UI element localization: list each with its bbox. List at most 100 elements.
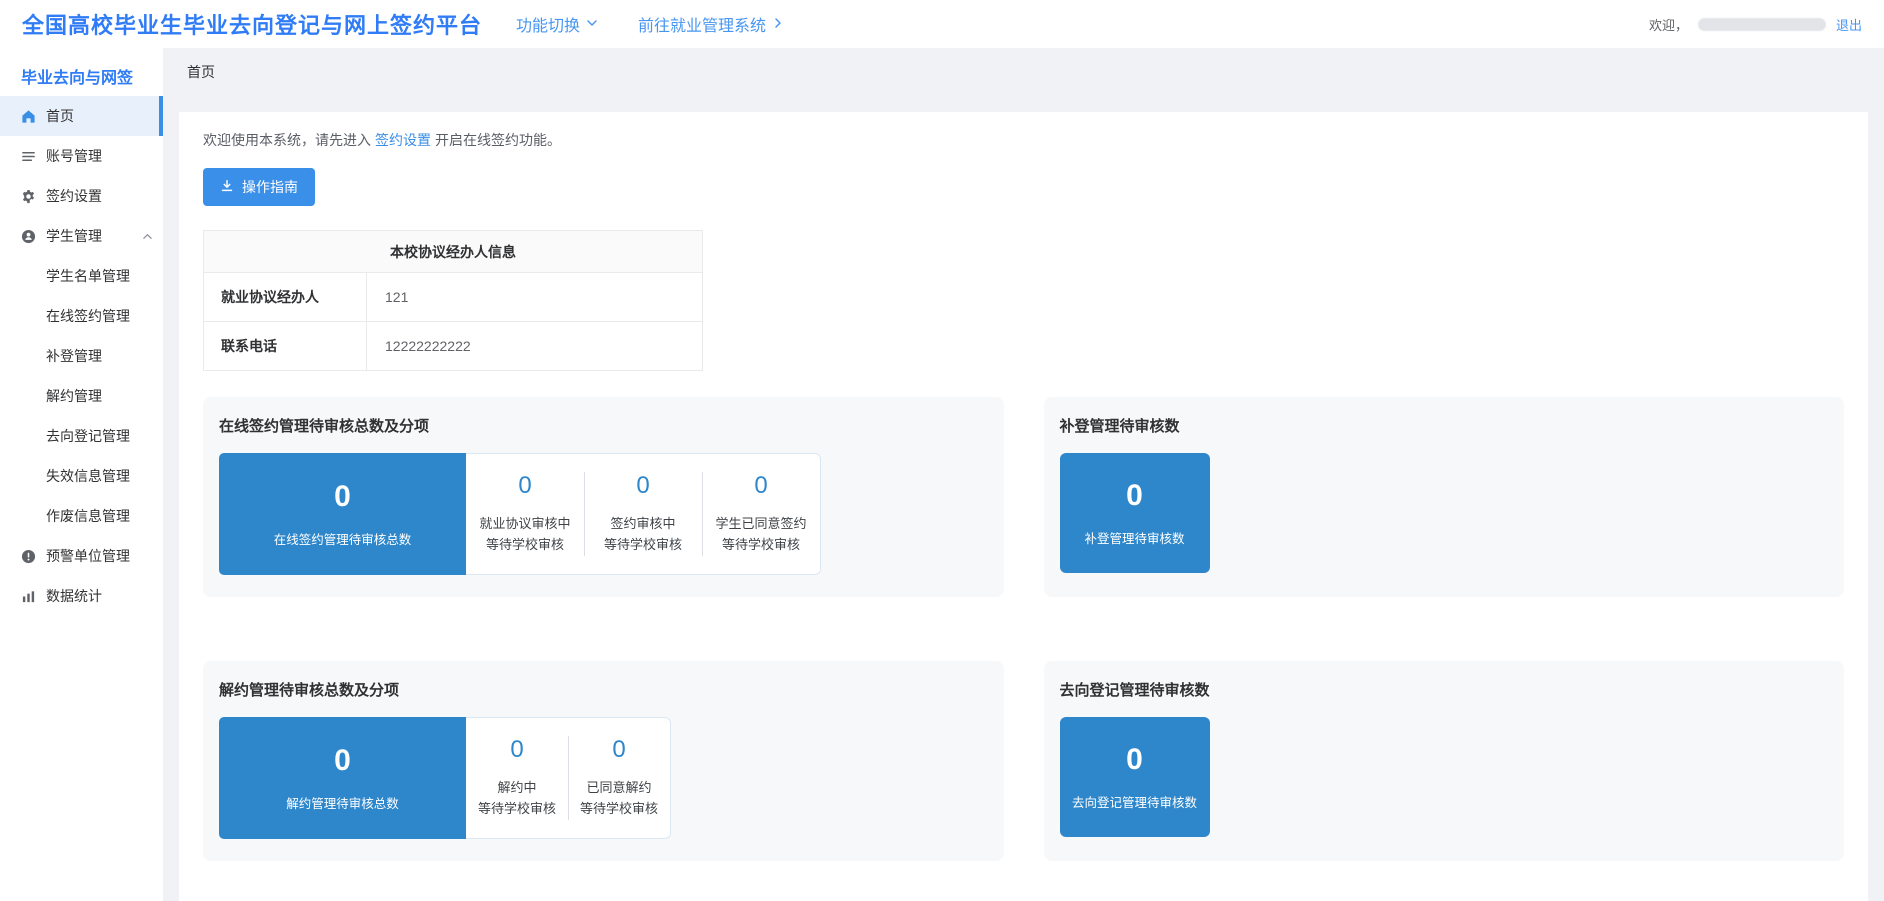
stat-cell-agreement-reviewing[interactable]: 0 就业协议审核中 等待学校审核 bbox=[466, 454, 584, 574]
redacted-username bbox=[1698, 18, 1826, 31]
tab-bar: 首页 bbox=[163, 48, 1884, 96]
card-termination-pending: 解约管理待审核总数及分项 0 解约管理待审核总数 0 解约中 等待学校审核 0 bbox=[203, 661, 1004, 861]
sidebar-item-label: 账号管理 bbox=[46, 146, 102, 166]
stats-icon bbox=[20, 588, 36, 604]
main-area: 首页 欢迎使用本系统，请先进入签约设置开启在线签约功能。 操作指南 本校协议经办… bbox=[163, 48, 1884, 901]
stat-label: 在线签约管理待审核总数 bbox=[274, 529, 412, 548]
list-icon bbox=[20, 148, 36, 164]
card-destination-pending: 去向登记管理待审核数 0 去向登记管理待审核数 bbox=[1044, 661, 1845, 861]
platform-title: 全国高校毕业生毕业去向登记与网上签约平台 bbox=[22, 8, 482, 40]
stat-sublabel: 等待学校审核 bbox=[580, 798, 658, 819]
agent-info-table: 本校协议经办人信息 就业协议经办人 121 联系电话 12222222222 bbox=[203, 230, 703, 371]
sidebar-item-label: 数据统计 bbox=[46, 586, 102, 606]
agent-name-value: 121 bbox=[367, 273, 703, 322]
sidebar-subitem-voided-info[interactable]: 作废信息管理 bbox=[0, 496, 163, 536]
sidebar-item-label: 学生管理 bbox=[46, 226, 102, 246]
card-title: 解约管理待审核总数及分项 bbox=[219, 679, 988, 700]
termination-panel: 0 解约管理待审核总数 0 解约中 等待学校审核 0 已同意解约 等待学校审核 bbox=[219, 717, 671, 839]
sidebar-subitem-invalid-info[interactable]: 失效信息管理 bbox=[0, 456, 163, 496]
card-title: 补登管理待审核数 bbox=[1060, 415, 1829, 436]
sidebar-item-label: 签约设置 bbox=[46, 186, 102, 206]
stat-value: 0 bbox=[612, 737, 625, 763]
header-user-area: 欢迎， 退出 bbox=[1649, 15, 1862, 34]
contact-phone-label: 联系电话 bbox=[204, 322, 367, 371]
goto-employment-system-label: 前往就业管理系统 bbox=[638, 12, 766, 36]
sidebar-item-home[interactable]: 首页 bbox=[0, 96, 163, 136]
welcome-message: 欢迎使用本系统，请先进入签约设置开启在线签约功能。 bbox=[203, 130, 1844, 150]
sidebar-item-signing-settings[interactable]: 签约设置 bbox=[0, 176, 163, 216]
stat-sublabel: 等待学校审核 bbox=[478, 798, 556, 819]
stat-value: 0 bbox=[334, 481, 351, 513]
sidebar-subitem-online-signing[interactable]: 在线签约管理 bbox=[0, 296, 163, 336]
sidebar-subitem-label: 在线签约管理 bbox=[46, 306, 130, 326]
tab-home[interactable]: 首页 bbox=[187, 62, 215, 82]
contact-phone-value: 12222222222 bbox=[367, 322, 703, 371]
stat-value: 0 bbox=[510, 737, 523, 763]
stat-sublabel: 等待学校审核 bbox=[486, 534, 564, 555]
agent-name-label: 就业协议经办人 bbox=[204, 273, 367, 322]
stat-cell-termination-agreed[interactable]: 0 已同意解约 等待学校审核 bbox=[568, 718, 670, 838]
stat-label: 就业协议审核中 bbox=[479, 513, 570, 534]
stat-label: 签约审核中 bbox=[610, 513, 675, 534]
table-row: 联系电话 12222222222 bbox=[204, 322, 703, 371]
sidebar-item-data-statistics[interactable]: 数据统计 bbox=[0, 576, 163, 616]
stat-tile-supplementary-total[interactable]: 0 补登管理待审核数 bbox=[1060, 453, 1210, 573]
sidebar-subitem-student-list[interactable]: 学生名单管理 bbox=[0, 256, 163, 296]
signing-settings-link[interactable]: 签约设置 bbox=[375, 132, 431, 148]
sidebar-item-warning-units[interactable]: 预警单位管理 bbox=[0, 536, 163, 576]
stat-label: 学生已同意签约 bbox=[715, 513, 806, 534]
stat-value: 0 bbox=[1126, 744, 1143, 776]
card-online-signing-pending: 在线签约管理待审核总数及分项 0 在线签约管理待审核总数 0 就业协议审核中 等… bbox=[203, 397, 1004, 597]
app-header: 全国高校毕业生毕业去向登记与网上签约平台 功能切换 前往就业管理系统 欢迎， 退… bbox=[0, 0, 1884, 48]
card-title: 在线签约管理待审核总数及分项 bbox=[219, 415, 988, 436]
chevron-right-icon bbox=[772, 15, 784, 34]
stat-label: 已同意解约 bbox=[586, 777, 651, 798]
card-title: 去向登记管理待审核数 bbox=[1060, 679, 1829, 700]
stat-sublabel: 等待学校审核 bbox=[722, 534, 800, 555]
stat-value: 0 bbox=[334, 745, 351, 777]
stat-cell-student-agreed[interactable]: 0 学生已同意签约 等待学校审核 bbox=[702, 454, 820, 574]
sidebar-subitem-label: 去向登记管理 bbox=[46, 426, 130, 446]
sidebar-title: 毕业去向与网签 bbox=[0, 48, 163, 96]
sidebar-subitem-supplementary-registration[interactable]: 补登管理 bbox=[0, 336, 163, 376]
function-switch-label: 功能切换 bbox=[516, 12, 580, 36]
stat-label: 解约中 bbox=[497, 777, 536, 798]
sidebar-subitem-contract-termination[interactable]: 解约管理 bbox=[0, 376, 163, 416]
stat-cards-grid: 在线签约管理待审核总数及分项 0 在线签约管理待审核总数 0 就业协议审核中 等… bbox=[203, 397, 1844, 861]
sidebar-item-student-management[interactable]: 学生管理 bbox=[0, 216, 163, 256]
stat-label: 解约管理待审核总数 bbox=[286, 793, 399, 812]
table-header: 本校协议经办人信息 bbox=[204, 231, 703, 273]
stat-value: 0 bbox=[636, 473, 649, 499]
operation-guide-button[interactable]: 操作指南 bbox=[203, 168, 315, 206]
chevron-down-icon bbox=[586, 15, 598, 34]
warning-icon bbox=[20, 548, 36, 564]
sidebar: 毕业去向与网签 首页 账号管理 签约设置 bbox=[0, 48, 163, 901]
welcome-label: 欢迎， bbox=[1649, 15, 1688, 34]
stat-tile-termination-total[interactable]: 0 解约管理待审核总数 bbox=[219, 717, 466, 839]
stat-cell-terminating[interactable]: 0 解约中 等待学校审核 bbox=[466, 718, 568, 838]
page-content: 欢迎使用本系统，请先进入签约设置开启在线签约功能。 操作指南 本校协议经办人信息… bbox=[179, 112, 1868, 901]
sidebar-menu: 首页 账号管理 签约设置 学生管理 bbox=[0, 96, 163, 616]
welcome-text-after: 开启在线签约功能。 bbox=[435, 132, 561, 148]
card-supplementary-pending: 补登管理待审核数 0 补登管理待审核数 bbox=[1044, 397, 1845, 597]
users-icon bbox=[20, 228, 36, 244]
logout-link[interactable]: 退出 bbox=[1836, 15, 1862, 34]
table-header-row: 本校协议经办人信息 bbox=[204, 231, 703, 273]
sidebar-subitem-destination-registration[interactable]: 去向登记管理 bbox=[0, 416, 163, 456]
sidebar-subitem-label: 解约管理 bbox=[46, 386, 102, 406]
chevron-up-icon bbox=[142, 231, 153, 242]
sidebar-subitem-label: 失效信息管理 bbox=[46, 466, 130, 486]
home-icon bbox=[20, 108, 36, 124]
gear-icon bbox=[20, 188, 36, 204]
sidebar-subitem-label: 补登管理 bbox=[46, 346, 102, 366]
function-switch-link[interactable]: 功能切换 bbox=[516, 12, 598, 36]
stat-tile-destination-total[interactable]: 0 去向登记管理待审核数 bbox=[1060, 717, 1210, 837]
sidebar-item-account[interactable]: 账号管理 bbox=[0, 136, 163, 176]
operation-guide-label: 操作指南 bbox=[242, 177, 298, 197]
download-icon bbox=[220, 179, 234, 196]
goto-employment-system-link[interactable]: 前往就业管理系统 bbox=[638, 12, 784, 36]
top-nav: 功能切换 前往就业管理系统 bbox=[516, 12, 784, 36]
stat-tile-online-signing-total[interactable]: 0 在线签约管理待审核总数 bbox=[219, 453, 466, 575]
stat-cell-signing-reviewing[interactable]: 0 签约审核中 等待学校审核 bbox=[584, 454, 702, 574]
stat-label: 补登管理待审核数 bbox=[1084, 528, 1184, 547]
